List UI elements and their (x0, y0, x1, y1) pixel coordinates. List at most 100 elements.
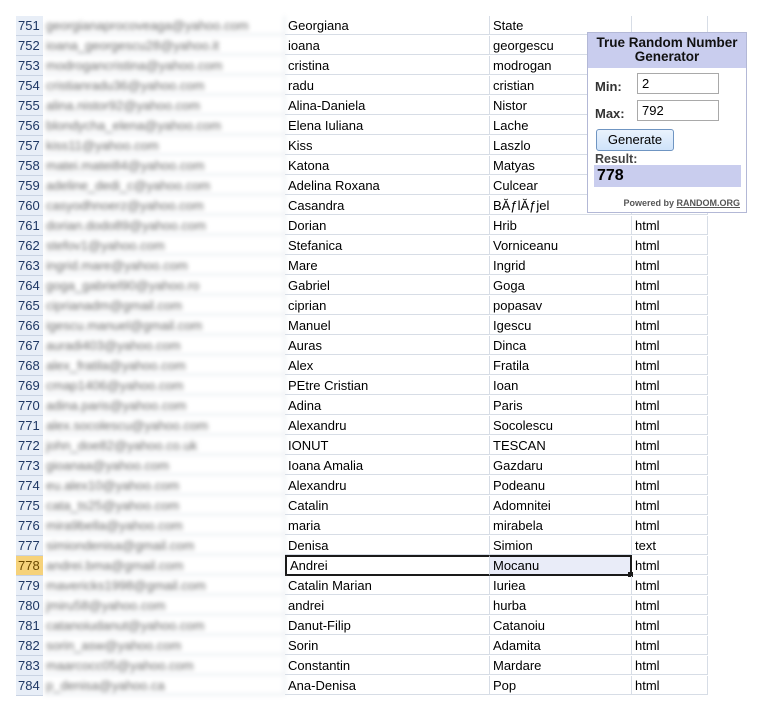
first-name-cell[interactable]: Georgiana (285, 16, 490, 35)
last-name-cell[interactable]: Igescu (490, 316, 632, 335)
first-name-cell[interactable]: radu (285, 76, 490, 95)
email-cell[interactable]: john_doe82@yahoo.co.uk (44, 436, 285, 455)
last-name-cell[interactable]: Mardare (490, 656, 632, 675)
max-input[interactable] (637, 100, 719, 121)
first-name-cell[interactable]: Ana-Denisa (285, 676, 490, 695)
email-cell[interactable]: adina.paris@yahoo.com (44, 396, 285, 415)
first-name-cell[interactable]: andrei (285, 596, 490, 615)
first-name-cell[interactable]: Alex (285, 356, 490, 375)
email-cell[interactable]: matei.matei84@yahoo.com (44, 156, 285, 175)
email-cell[interactable]: cmap1406@yahoo.com (44, 376, 285, 395)
type-cell[interactable]: html (632, 316, 708, 335)
first-name-cell[interactable]: Catalin Marian (285, 576, 490, 595)
last-name-cell[interactable]: Vorniceanu (490, 236, 632, 255)
last-name-cell[interactable]: Pop (490, 676, 632, 695)
first-name-cell[interactable]: Stefanica (285, 236, 490, 255)
last-name-cell[interactable]: TESCAN (490, 436, 632, 455)
email-cell[interactable]: catanoiudanut@yahoo.com (44, 616, 285, 635)
first-name-cell[interactable]: Danut-Filip (285, 616, 490, 635)
first-name-cell[interactable]: cristina (285, 56, 490, 75)
first-name-cell[interactable]: Adelina Roxana (285, 176, 490, 195)
last-name-cell[interactable]: Adomnitei (490, 496, 632, 515)
first-name-cell[interactable]: Alina-Daniela (285, 96, 490, 115)
email-cell[interactable]: mira9bella@yahoo.com (44, 516, 285, 535)
email-cell[interactable]: alina.nistor92@yahoo.com (44, 96, 285, 115)
last-name-cell[interactable]: Paris (490, 396, 632, 415)
type-cell[interactable]: html (632, 476, 708, 495)
last-name-cell[interactable]: Ingrid (490, 256, 632, 275)
min-input[interactable] (637, 73, 719, 94)
generate-button[interactable]: Generate (596, 129, 674, 151)
first-name-cell[interactable]: maria (285, 516, 490, 535)
first-name-cell[interactable]: Auras (285, 336, 490, 355)
email-cell[interactable]: andrei.bma@gmail.com (44, 556, 285, 575)
email-cell[interactable]: jmiru58@yahoo.com (44, 596, 285, 615)
first-name-cell[interactable]: Kiss (285, 136, 490, 155)
type-cell[interactable]: html (632, 256, 708, 275)
type-cell[interactable]: html (632, 576, 708, 595)
first-name-cell[interactable]: Casandra (285, 196, 490, 215)
type-cell[interactable]: html (632, 596, 708, 615)
first-name-cell[interactable]: Ioana Amalia (285, 456, 490, 475)
last-name-cell[interactable]: Catanoiu (490, 616, 632, 635)
type-cell[interactable]: html (632, 276, 708, 295)
type-cell[interactable]: html (632, 376, 708, 395)
first-name-cell[interactable]: Manuel (285, 316, 490, 335)
last-name-cell[interactable]: Ioan (490, 376, 632, 395)
first-name-cell[interactable]: Elena Iuliana (285, 116, 490, 135)
last-name-cell[interactable]: mirabela (490, 516, 632, 535)
last-name-cell[interactable]: Iuriea (490, 576, 632, 595)
type-cell[interactable]: html (632, 656, 708, 675)
first-name-cell[interactable]: Adina (285, 396, 490, 415)
type-cell[interactable]: html (632, 296, 708, 315)
first-name-cell[interactable]: Alexandru (285, 416, 490, 435)
first-name-cell[interactable]: Denisa (285, 536, 490, 555)
last-name-cell[interactable]: Adamita (490, 636, 632, 655)
last-name-cell[interactable]: Mocanu (490, 555, 632, 576)
email-cell[interactable]: kiss11@yahoo.com (44, 136, 285, 155)
last-name-cell[interactable]: Simion (490, 536, 632, 555)
type-cell[interactable]: html (632, 416, 708, 435)
first-name-cell[interactable]: IONUT (285, 436, 490, 455)
email-cell[interactable]: alex.socolescu@yahoo.com (44, 416, 285, 435)
email-cell[interactable]: cata_ts25@yahoo.com (44, 496, 285, 515)
first-name-cell[interactable]: Dorian (285, 216, 490, 235)
type-cell[interactable]: html (632, 436, 708, 455)
email-cell[interactable]: stefov1@yahoo.com (44, 236, 285, 255)
last-name-cell[interactable]: Dinca (490, 336, 632, 355)
type-cell[interactable]: html (632, 456, 708, 475)
email-cell[interactable]: ingrid.mare@yahoo.com (44, 256, 285, 275)
first-name-cell[interactable]: Catalin (285, 496, 490, 515)
email-cell[interactable]: blondycha_elena@yahoo.com (44, 116, 285, 135)
last-name-cell[interactable]: hurba (490, 596, 632, 615)
type-cell[interactable]: html (632, 676, 708, 695)
email-cell[interactable]: georgianaprocoveaga@yahoo.com (44, 16, 285, 35)
first-name-cell[interactable]: ciprian (285, 296, 490, 315)
email-cell[interactable]: igescu.manuel@gmail.com (44, 316, 285, 335)
type-cell[interactable]: html (632, 216, 708, 235)
email-cell[interactable]: cristianradu36@yahoo.com (44, 76, 285, 95)
type-cell[interactable]: html (632, 516, 708, 535)
email-cell[interactable]: dorian.dodo89@yahoo.com (44, 216, 285, 235)
last-name-cell[interactable]: popasav (490, 296, 632, 315)
first-name-cell[interactable]: PEtre Cristian (285, 376, 490, 395)
first-name-cell[interactable]: Andrei (285, 555, 490, 576)
email-cell[interactable]: alex_fratila@yahoo.com (44, 356, 285, 375)
email-cell[interactable]: ioana_georgescu28@yahoo.it (44, 36, 285, 55)
email-cell[interactable]: ciprianadm@gmail.com (44, 296, 285, 315)
email-cell[interactable]: mavericks1998@gmail.com (44, 576, 285, 595)
email-cell[interactable]: sorin_asw@yahoo.com (44, 636, 285, 655)
type-cell[interactable]: html (632, 236, 708, 255)
first-name-cell[interactable]: Katona (285, 156, 490, 175)
last-name-cell[interactable]: Socolescu (490, 416, 632, 435)
first-name-cell[interactable]: Gabriel (285, 276, 490, 295)
first-name-cell[interactable]: Mare (285, 256, 490, 275)
email-cell[interactable]: gioanaa@yahoo.com (44, 456, 285, 475)
email-cell[interactable]: adeline_dedi_c@yahoo.com (44, 176, 285, 195)
type-cell[interactable]: html (632, 636, 708, 655)
email-cell[interactable]: p_denisa@yahoo.ca (44, 676, 285, 695)
email-cell[interactable]: simiondenisa@gmail.com (44, 536, 285, 555)
email-cell[interactable]: eu.alex10@yahoo.com (44, 476, 285, 495)
type-cell[interactable]: text (632, 536, 708, 555)
type-cell[interactable]: html (632, 356, 708, 375)
